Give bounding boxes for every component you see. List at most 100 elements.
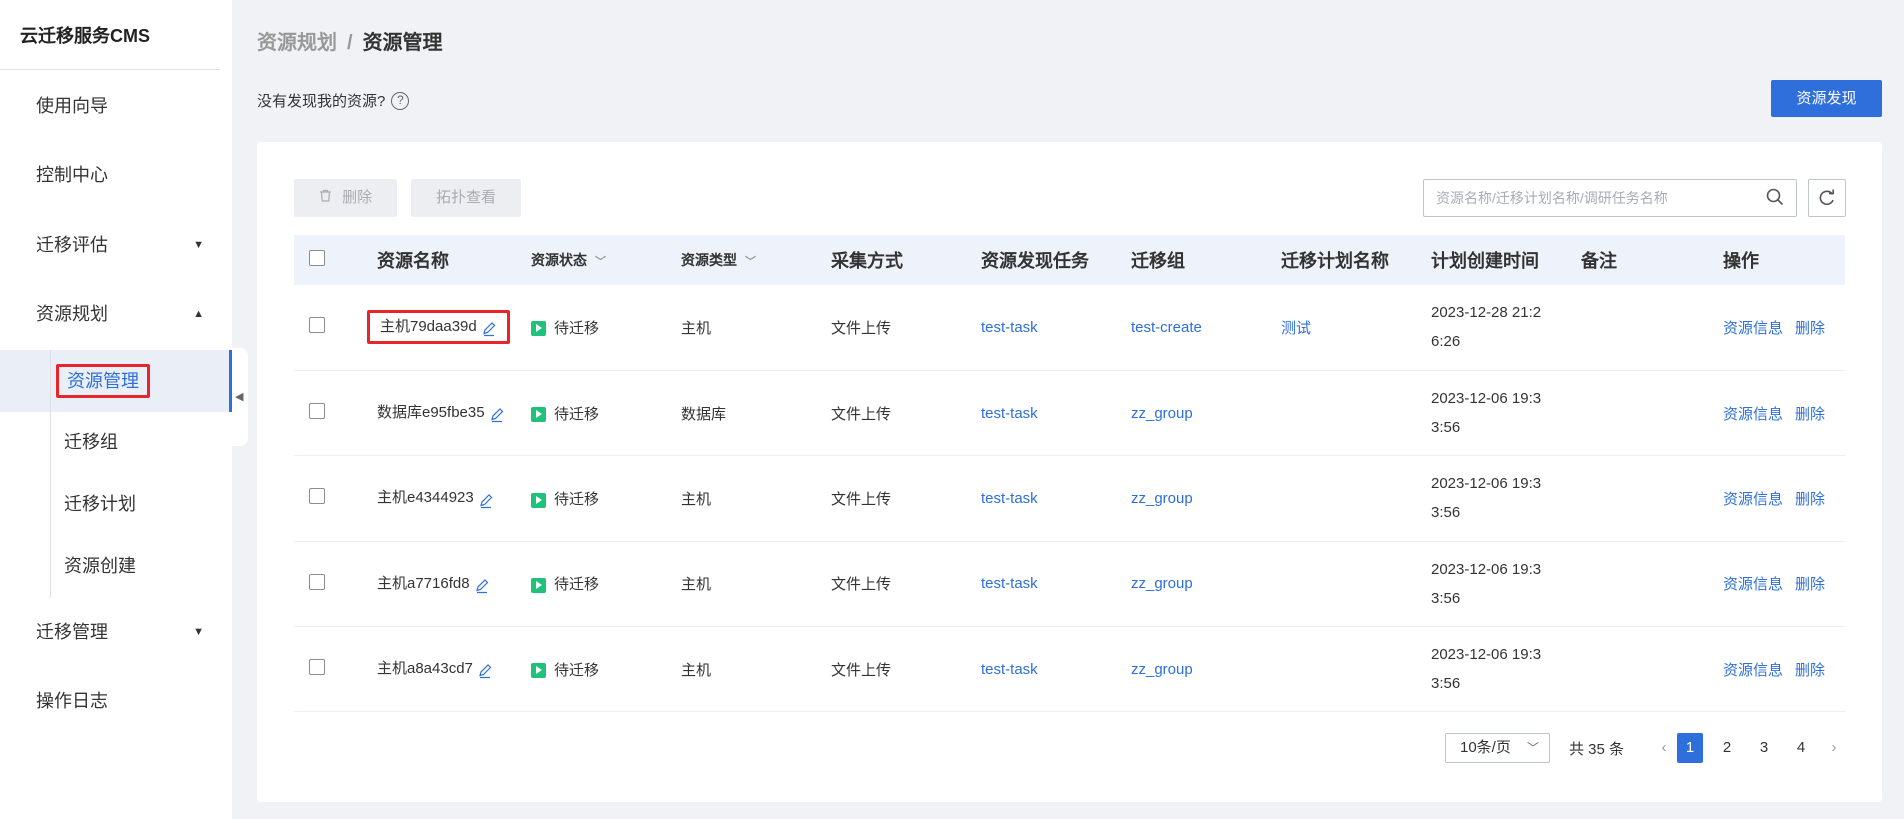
col-header-status-label: 资源状态 (531, 252, 587, 268)
ops-cell: 资源信息 删除 (1723, 541, 1845, 626)
task-link[interactable]: test-task (981, 575, 1038, 592)
submenu-guide-line (50, 350, 51, 598)
table-row: 主机a7716fd8 待迁移 主机 文件上传 test-task zz_grou… (294, 541, 1845, 627)
search-input[interactable] (1424, 180, 1744, 216)
plan-cell (1281, 370, 1431, 455)
brand-title: 云迁移服务CMS (0, 0, 220, 70)
sidebar-subitem-resource-creation[interactable]: 资源创建 (64, 549, 136, 583)
group-link[interactable]: zz_group (1131, 575, 1193, 592)
hint-text: 没有发现我的资源? (257, 93, 386, 110)
next-page-button[interactable]: › (1821, 733, 1847, 763)
delete-link[interactable]: 删除 (1795, 491, 1825, 508)
delete-link[interactable]: 删除 (1795, 576, 1825, 593)
name-cell: 主机e4344923 (377, 456, 531, 541)
edit-icon[interactable] (489, 405, 505, 423)
plan-cell (1281, 541, 1431, 626)
ops-cell: 资源信息 删除 (1723, 627, 1845, 712)
resource-info-link[interactable]: 资源信息 (1723, 320, 1783, 337)
table-header-row: 资源名称 资源状态 ﹀ 资源类型 ﹀ 采集方式 资源发现任务 迁移组 迁移计划名称 … (294, 235, 1845, 285)
name-wrapper: 主机a8a43cd7 (377, 655, 493, 683)
method-cell: 文件上传 (831, 319, 892, 337)
page-2-button[interactable]: 2 (1714, 733, 1740, 763)
help-icon[interactable]: ? (391, 91, 410, 110)
edit-icon[interactable] (474, 576, 490, 593)
time-line-2: 6:26 (1431, 333, 1461, 351)
row-select-cell (294, 456, 377, 541)
edit-icon[interactable] (481, 319, 497, 337)
group-cell: zz_group (1131, 627, 1281, 712)
resource-info-link[interactable]: 资源信息 (1723, 406, 1783, 423)
col-header-status[interactable]: 资源状态 ﹀ (531, 235, 681, 285)
sidebar-item-control-center[interactable]: 控制中心 (0, 155, 232, 195)
task-cell: test-task (981, 627, 1131, 712)
resource-info-link[interactable]: 资源信息 (1723, 576, 1783, 593)
ops-cell: 资源信息 删除 (1723, 370, 1845, 455)
task-link[interactable]: test-task (981, 405, 1038, 422)
resource-discovery-button[interactable]: 资源发现 (1771, 80, 1882, 117)
delete-link[interactable]: 删除 (1795, 320, 1825, 337)
edit-icon[interactable] (477, 661, 493, 679)
group-link[interactable]: test-create (1131, 319, 1202, 336)
task-link[interactable]: test-task (981, 319, 1038, 336)
sidebar-item-label: 使用向导 (36, 96, 108, 116)
status-cell: 待迁移 (531, 541, 681, 626)
note-cell (1581, 456, 1723, 541)
row-checkbox[interactable] (309, 573, 325, 590)
group-link[interactable]: zz_group (1131, 490, 1193, 507)
page-size-value: 10条/页 (1460, 739, 1511, 756)
group-cell: zz_group (1131, 541, 1281, 626)
page-4-button[interactable]: 4 (1788, 733, 1814, 763)
group-link[interactable]: zz_group (1131, 405, 1193, 422)
task-link[interactable]: test-task (981, 490, 1038, 507)
edit-icon[interactable] (478, 491, 494, 508)
col-header-task: 资源发现任务 (981, 251, 1089, 271)
prev-page-button[interactable]: ‹ (1651, 733, 1677, 763)
plan-link[interactable]: 测试 (1281, 320, 1311, 337)
time-line-2: 3:56 (1431, 589, 1461, 607)
time-line-2: 3:56 (1431, 419, 1461, 437)
chevron-down-icon: ﹀ (745, 256, 756, 268)
row-checkbox[interactable] (309, 317, 325, 334)
status-cell: 待迁移 (531, 456, 681, 541)
status-text: 待迁移 (554, 576, 600, 594)
time-line-1: 2023-12-06 19:3 (1431, 390, 1542, 408)
col-header-type[interactable]: 资源类型 ﹀ (681, 235, 831, 285)
method-cell: 文件上传 (831, 576, 892, 594)
sidebar-subitem-resource-management[interactable]: 资源管理 (56, 364, 150, 398)
page-size-select[interactable]: 10条/页 ﹀ (1445, 733, 1550, 763)
sidebar-item-operation-log[interactable]: 操作日志 (0, 681, 232, 721)
resource-info-link[interactable]: 资源信息 (1723, 491, 1783, 508)
sidebar-subitem-migration-group[interactable]: 迁移组 (64, 425, 118, 459)
topology-view-button[interactable]: 拓扑查看 (411, 179, 522, 217)
name-cell: 主机a8a43cd7 (377, 627, 531, 712)
task-link[interactable]: test-task (981, 661, 1038, 678)
page-1-button[interactable]: 1 (1677, 733, 1703, 763)
row-checkbox[interactable] (309, 659, 325, 676)
refresh-button[interactable] (1808, 179, 1846, 217)
play-status-icon (531, 321, 546, 337)
delete-button[interactable]: 删除 (294, 179, 398, 217)
row-checkbox[interactable] (309, 488, 325, 505)
search-icon[interactable] (1766, 188, 1784, 211)
name-wrapper: 主机a7716fd8 (377, 570, 490, 598)
resource-name: 主机a7716fd8 (377, 574, 470, 592)
resource-table: 资源名称 资源状态 ﹀ 资源类型 ﹀ 采集方式 资源发现任务 迁移组 迁移计划名称 … (294, 235, 1845, 712)
sidebar-item-migration-management[interactable]: 迁移管理 ▼ (0, 612, 232, 652)
total-count: 共 35 条 (1569, 741, 1625, 758)
sidebar-item-guide[interactable]: 使用向导 (0, 86, 232, 126)
play-status-icon (531, 577, 546, 593)
time-cell: 2023-12-06 19:3 3:56 (1431, 456, 1581, 541)
resource-info-link[interactable]: 资源信息 (1723, 662, 1783, 679)
select-all-checkbox[interactable] (309, 249, 325, 266)
row-checkbox[interactable] (309, 403, 325, 420)
page-3-button[interactable]: 3 (1751, 733, 1777, 763)
breadcrumb-current: 资源管理 (362, 32, 443, 54)
sidebar-item-resource-planning[interactable]: 资源规划 ▲ (0, 294, 232, 334)
sidebar-collapse-toggle[interactable]: ◀ (232, 348, 248, 446)
sidebar-item-migration-assessment[interactable]: 迁移评估 ▼ (0, 225, 232, 265)
delete-link[interactable]: 删除 (1795, 662, 1825, 679)
sidebar-subitem-migration-plan[interactable]: 迁移计划 (64, 487, 136, 521)
breadcrumb-parent[interactable]: 资源规划 (257, 32, 337, 54)
group-link[interactable]: zz_group (1131, 661, 1193, 678)
delete-link[interactable]: 删除 (1795, 406, 1825, 423)
